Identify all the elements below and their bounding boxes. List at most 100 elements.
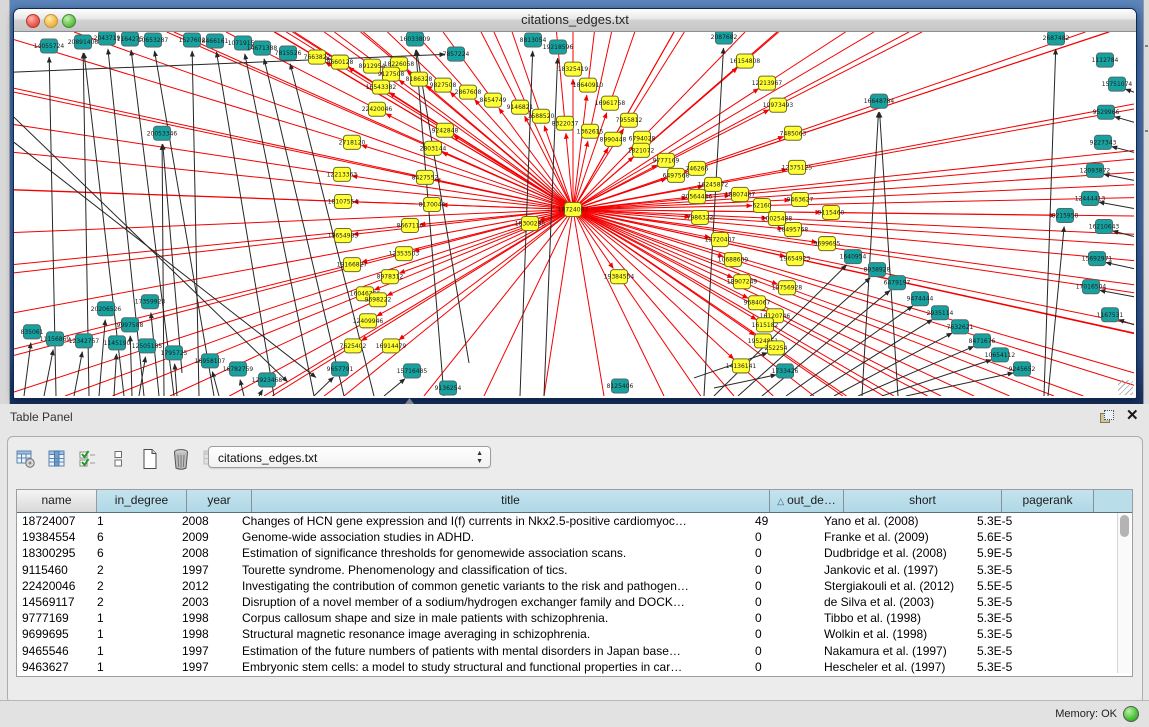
graph-node-teal[interactable]: 1795725 bbox=[161, 346, 188, 360]
graph-node-yellow[interactable]: 8186328 bbox=[406, 72, 433, 86]
table-cell[interactable]: 5.3E-5 bbox=[972, 626, 1059, 642]
graph-node-teal[interactable]: 12505185 bbox=[132, 339, 163, 353]
graph-node-teal[interactable]: 9657791 bbox=[327, 362, 354, 376]
graph-node-teal[interactable]: 2087682 bbox=[711, 32, 738, 44]
graph-node-teal[interactable]: 19218596 bbox=[543, 40, 574, 54]
table-cell[interactable]: 1 bbox=[92, 659, 177, 675]
graph-node-teal[interactable]: 15751074 bbox=[1102, 77, 1133, 91]
table-cell[interactable]: 1 bbox=[92, 643, 177, 659]
graph-node-yellow[interactable]: 7955812 bbox=[616, 113, 643, 127]
table-cell[interactable]: Structural magnetic resonance image aver… bbox=[237, 626, 750, 642]
graph-node-teal[interactable]: 9245652 bbox=[1009, 362, 1036, 376]
table-cell[interactable]: 0 bbox=[750, 626, 819, 642]
table-cell[interactable]: 2 bbox=[92, 562, 177, 578]
table-cell[interactable]: Genome-wide association studies in ADHD. bbox=[237, 529, 750, 545]
graph-node-yellow[interactable]: 62160 bbox=[752, 198, 771, 212]
graph-node-yellow[interactable]: 19756928 bbox=[772, 281, 803, 295]
table-vertical-scrollbar[interactable] bbox=[1117, 513, 1131, 673]
table-cell[interactable]: 5.3E-5 bbox=[972, 513, 1059, 529]
table-row[interactable]: 911546021997Tourette syndrome. Phenomeno… bbox=[17, 562, 1132, 578]
graph-node-yellow[interactable]: 12213363 bbox=[327, 167, 358, 181]
table-cell[interactable]: 1997 bbox=[177, 643, 237, 659]
table-cell[interactable]: 1997 bbox=[177, 562, 237, 578]
table-cell[interactable]: 2009 bbox=[177, 529, 237, 545]
table-cell[interactable]: Wolkin et al. (1998) bbox=[819, 626, 972, 642]
close-panel-icon[interactable]: ✕ bbox=[1126, 406, 1139, 424]
graph-node-yellow[interactable]: 12213967 bbox=[752, 76, 783, 90]
window-titlebar[interactable]: citations_edges.txt bbox=[14, 9, 1136, 32]
table-cell[interactable]: 9699695 bbox=[17, 626, 92, 642]
table-cell[interactable]: Hescheler et al. (1997) bbox=[819, 659, 972, 675]
table-cell[interactable]: 5.6E-5 bbox=[972, 529, 1059, 545]
graph-node-teal[interactable]: 17359928 bbox=[135, 295, 166, 309]
table-cell[interactable]: 5.3E-5 bbox=[972, 562, 1059, 578]
table-cell[interactable]: 2 bbox=[92, 594, 177, 610]
table-row[interactable]: 969969511998Structural magnetic resonanc… bbox=[17, 626, 1132, 642]
table-cell[interactable]: 18724007 bbox=[17, 513, 92, 529]
table-cell[interactable]: 14569117 bbox=[17, 594, 92, 610]
table-cell[interactable]: 1 bbox=[92, 513, 177, 529]
table-cell[interactable]: Investigating the contribution of common… bbox=[237, 578, 750, 594]
graph-node-teal[interactable]: 8125406 bbox=[607, 379, 634, 393]
deselect-all-button[interactable] bbox=[107, 446, 131, 472]
graph-node-yellow[interactable]: 18325419 bbox=[558, 62, 589, 76]
table-selector[interactable]: citations_edges.txt ▲▼ bbox=[208, 446, 491, 468]
column-header-out-de-[interactable]: △out_de… bbox=[770, 490, 844, 512]
graph-node-teal[interactable]: 1640954 bbox=[840, 250, 867, 264]
table-cell[interactable]: 5.3E-5 bbox=[972, 659, 1059, 675]
table-cell[interactable]: Embryonic stem cells: a model to study s… bbox=[237, 659, 750, 675]
table-cell[interactable]: 1 bbox=[92, 626, 177, 642]
table-cell[interactable]: 0 bbox=[750, 659, 819, 675]
graph-node-teal[interactable]: 16958107 bbox=[195, 354, 226, 368]
graph-node-yellow[interactable]: 2718120 bbox=[339, 135, 366, 149]
graph-node-teal[interactable]: 9474444 bbox=[907, 292, 934, 306]
table-row[interactable]: 1456911722003Disruption of a novel membe… bbox=[17, 594, 1132, 610]
graph-node-yellow[interactable]: 8990448 bbox=[600, 132, 627, 146]
graph-node-teal[interactable]: 14055724 bbox=[34, 39, 65, 53]
graph-node-teal[interactable]: 16782759 bbox=[223, 362, 254, 376]
table-cell[interactable]: 0 bbox=[750, 578, 819, 594]
table-cell[interactable]: Estimation of significance thresholds fo… bbox=[237, 545, 750, 561]
window-resize-grip[interactable] bbox=[1118, 380, 1133, 395]
graph-node-yellow[interactable]: 746266 bbox=[686, 161, 709, 175]
column-header-year[interactable]: year bbox=[187, 490, 252, 512]
create-column-button[interactable] bbox=[138, 446, 162, 472]
column-header-short[interactable]: short bbox=[844, 490, 1002, 512]
select-all-button[interactable] bbox=[76, 446, 100, 472]
table-cell[interactable]: 2008 bbox=[177, 545, 237, 561]
table-cell[interactable]: 0 bbox=[750, 529, 819, 545]
graph-node-teal[interactable]: 9997588 bbox=[117, 318, 144, 332]
graph-node-yellow[interactable]: 8454749 bbox=[480, 93, 507, 107]
network-window[interactable]: citations_edges.txt 14055724208914062043… bbox=[13, 8, 1137, 399]
table-cell[interactable]: 2008 bbox=[177, 513, 237, 529]
graph-node-teal[interactable]: 16648784 bbox=[864, 94, 895, 108]
graph-node-teal[interactable]: 1145190 bbox=[104, 336, 131, 350]
table-cell[interactable]: 1 bbox=[92, 610, 177, 626]
graph-node-yellow[interactable]: 18107554 bbox=[328, 194, 359, 208]
table-cell[interactable]: 6 bbox=[92, 545, 177, 561]
network-canvas[interactable]: 1405572420891406204371911642751065328715… bbox=[14, 32, 1134, 396]
table-cell[interactable]: Estimation of the future numbers of pati… bbox=[237, 643, 750, 659]
table-row[interactable]: 977716911998Corpus callosum shape and si… bbox=[17, 610, 1132, 626]
table-cell[interactable]: 9777169 bbox=[17, 610, 92, 626]
graph-node-teal[interactable]: 12342757 bbox=[69, 334, 100, 348]
table-cell[interactable]: 9463627 bbox=[17, 659, 92, 675]
graph-node-yellow[interactable]: 2867608 bbox=[455, 85, 482, 99]
graph-node-yellow[interactable]: 12375125 bbox=[782, 160, 813, 174]
table-cell[interactable]: Changes of HCN gene expression and I(f) … bbox=[237, 513, 750, 529]
graph-node-teal[interactable]: 7815526 bbox=[275, 46, 302, 60]
delete-columns-button[interactable] bbox=[169, 446, 193, 472]
graph-node-yellow[interactable]: 14136141 bbox=[726, 359, 757, 373]
graph-node-teal[interactable]: 16033809 bbox=[400, 32, 431, 46]
table-cell[interactable]: 1997 bbox=[177, 659, 237, 675]
graph-node-yellow[interactable]: 1588520 bbox=[528, 109, 555, 123]
table-cell[interactable]: Tibbo et al. (1998) bbox=[819, 610, 972, 626]
graph-node-teal[interactable]: 10654112 bbox=[985, 348, 1016, 362]
table-cell[interactable]: Nakamura et al. (1997) bbox=[819, 643, 972, 659]
float-panel-icon[interactable] bbox=[1100, 410, 1114, 423]
citation-graph[interactable]: 1405572420891406204371911642751065328715… bbox=[14, 32, 1134, 396]
graph-node-teal[interactable]: 12444413 bbox=[1075, 191, 1106, 205]
table-cell[interactable]: 0 bbox=[750, 545, 819, 561]
memory-status-icon[interactable] bbox=[1123, 706, 1139, 722]
table-cell[interactable]: 0 bbox=[750, 594, 819, 610]
